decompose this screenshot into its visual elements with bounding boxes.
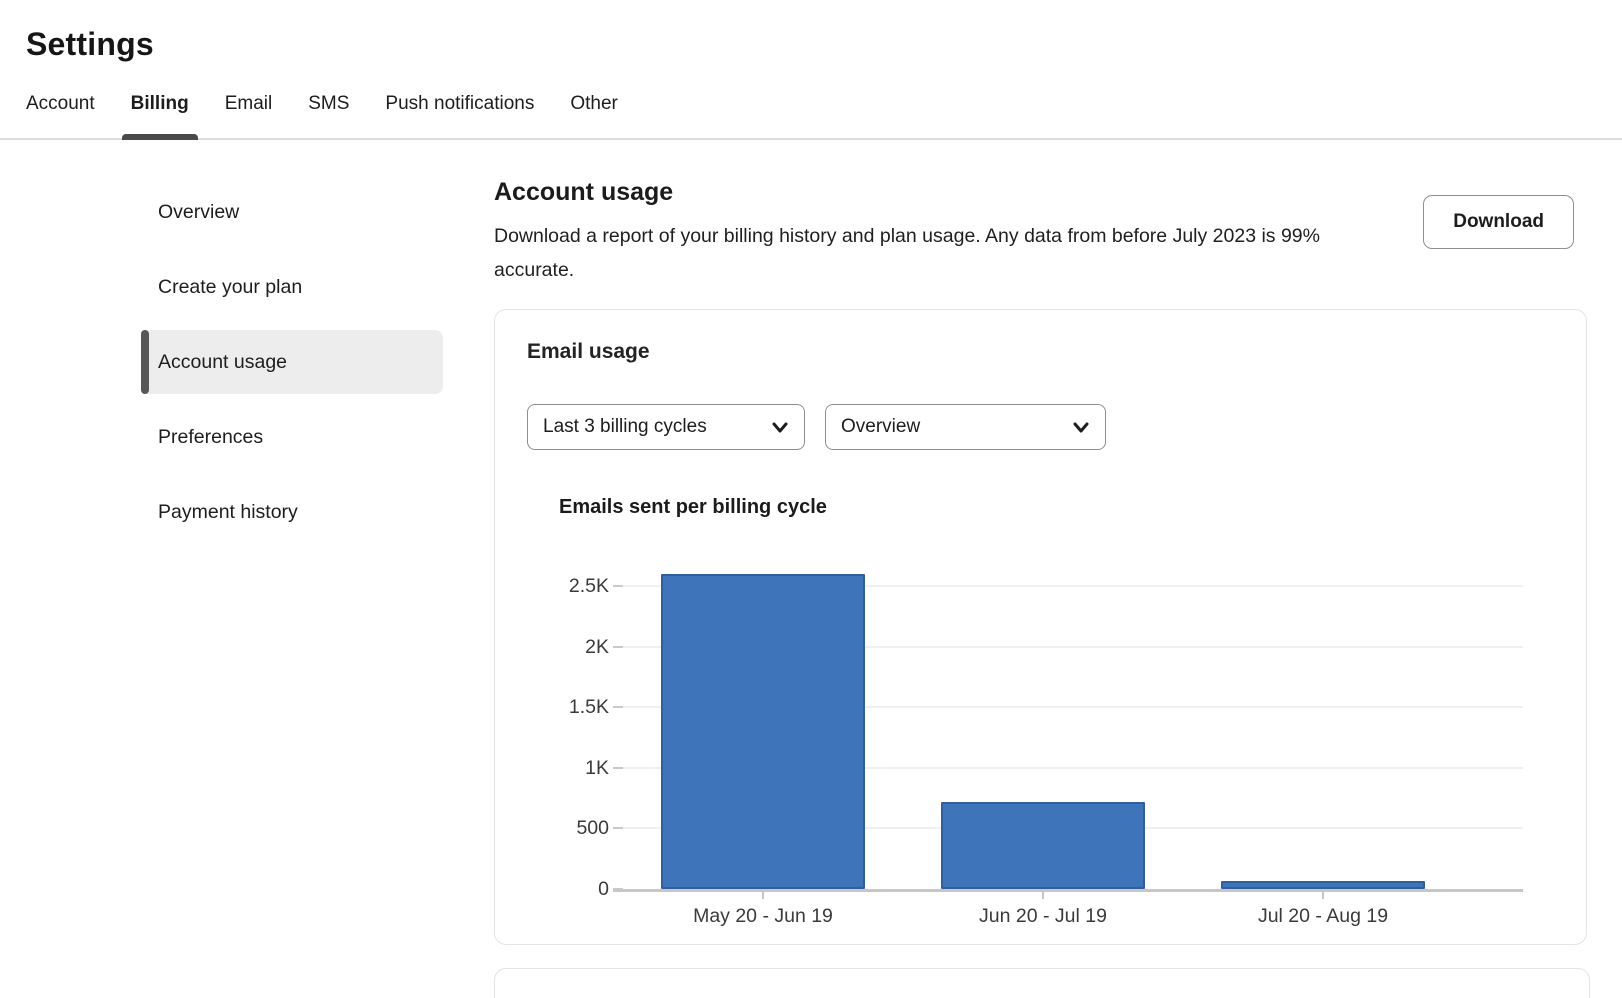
x-axis-tick <box>1322 892 1324 899</box>
billing-cycles-select[interactable]: Last 3 billing cycles <box>527 404 805 450</box>
sidebar-item-payment-history[interactable]: Payment history <box>141 480 443 544</box>
y-axis-tick <box>613 646 623 648</box>
billing-cycles-select-value: Last 3 billing cycles <box>543 416 707 438</box>
bar-3[interactable] <box>1221 881 1425 889</box>
tab-billing[interactable]: Billing <box>131 93 189 138</box>
next-card-partial <box>494 968 1590 998</box>
chevron-down-icon <box>770 417 790 437</box>
sidebar-item-overview[interactable]: Overview <box>141 180 443 244</box>
bar-2[interactable] <box>941 802 1145 889</box>
active-item-indicator <box>141 330 149 394</box>
page-title: Settings <box>26 26 1622 63</box>
page-header: Settings <box>0 0 1622 63</box>
view-mode-select-value: Overview <box>841 416 920 438</box>
y-tick-label: 2.5K <box>559 573 609 599</box>
x-axis-line <box>613 889 1523 892</box>
y-axis-tick <box>613 767 623 769</box>
x-tick-label: Jun 20 - Jul 19 <box>893 905 1193 928</box>
billing-sidebar: Overview Create your plan Account usage … <box>141 140 443 998</box>
sidebar-item-account-usage[interactable]: Account usage <box>141 330 443 394</box>
x-tick-label: May 20 - Jun 19 <box>613 905 913 928</box>
y-tick-label: 0 <box>559 876 609 902</box>
chevron-down-icon <box>1071 417 1091 437</box>
sidebar-item-preferences[interactable]: Preferences <box>141 405 443 469</box>
y-axis-tick <box>613 585 623 587</box>
download-button[interactable]: Download <box>1423 195 1574 249</box>
view-mode-select[interactable]: Overview <box>825 404 1106 450</box>
section-description: Download a report of your billing histor… <box>494 219 1329 287</box>
chart-filters: Last 3 billing cycles Overview <box>527 404 1556 450</box>
x-axis-tick <box>1042 892 1044 899</box>
chart-title: Emails sent per billing cycle <box>559 496 1556 519</box>
y-tick-label: 1K <box>559 755 609 781</box>
tab-email[interactable]: Email <box>225 93 273 138</box>
y-tick-label: 500 <box>559 815 609 841</box>
content-area: Overview Create your plan Account usage … <box>0 140 1622 998</box>
tab-account[interactable]: Account <box>26 93 95 138</box>
card-title: Email usage <box>527 340 1556 364</box>
tab-sms[interactable]: SMS <box>308 93 349 138</box>
main-panel: Account usage Download a report of your … <box>494 140 1590 998</box>
y-axis-tick <box>613 827 623 829</box>
bar-chart: 0 500 1K 1.5K 2K 2.5K May 20 - Jun 19Jun 20 - … <box>559 527 1544 932</box>
x-tick-label: Jul 20 - Aug 19 <box>1173 905 1473 928</box>
tab-other[interactable]: Other <box>570 93 618 138</box>
sidebar-item-create-your-plan[interactable]: Create your plan <box>141 255 443 319</box>
tab-bar: Account Billing Email SMS Push notificat… <box>0 93 1622 140</box>
tab-push-notifications[interactable]: Push notifications <box>385 93 534 138</box>
y-axis-tick <box>613 706 623 708</box>
bar-1[interactable] <box>661 574 865 889</box>
x-axis-tick <box>762 892 764 899</box>
active-tab-indicator <box>122 134 198 140</box>
y-tick-label: 1.5K <box>559 694 609 720</box>
y-tick-label: 2K <box>559 634 609 660</box>
email-usage-card: Email usage Last 3 billing cycles Overvi… <box>494 309 1587 945</box>
